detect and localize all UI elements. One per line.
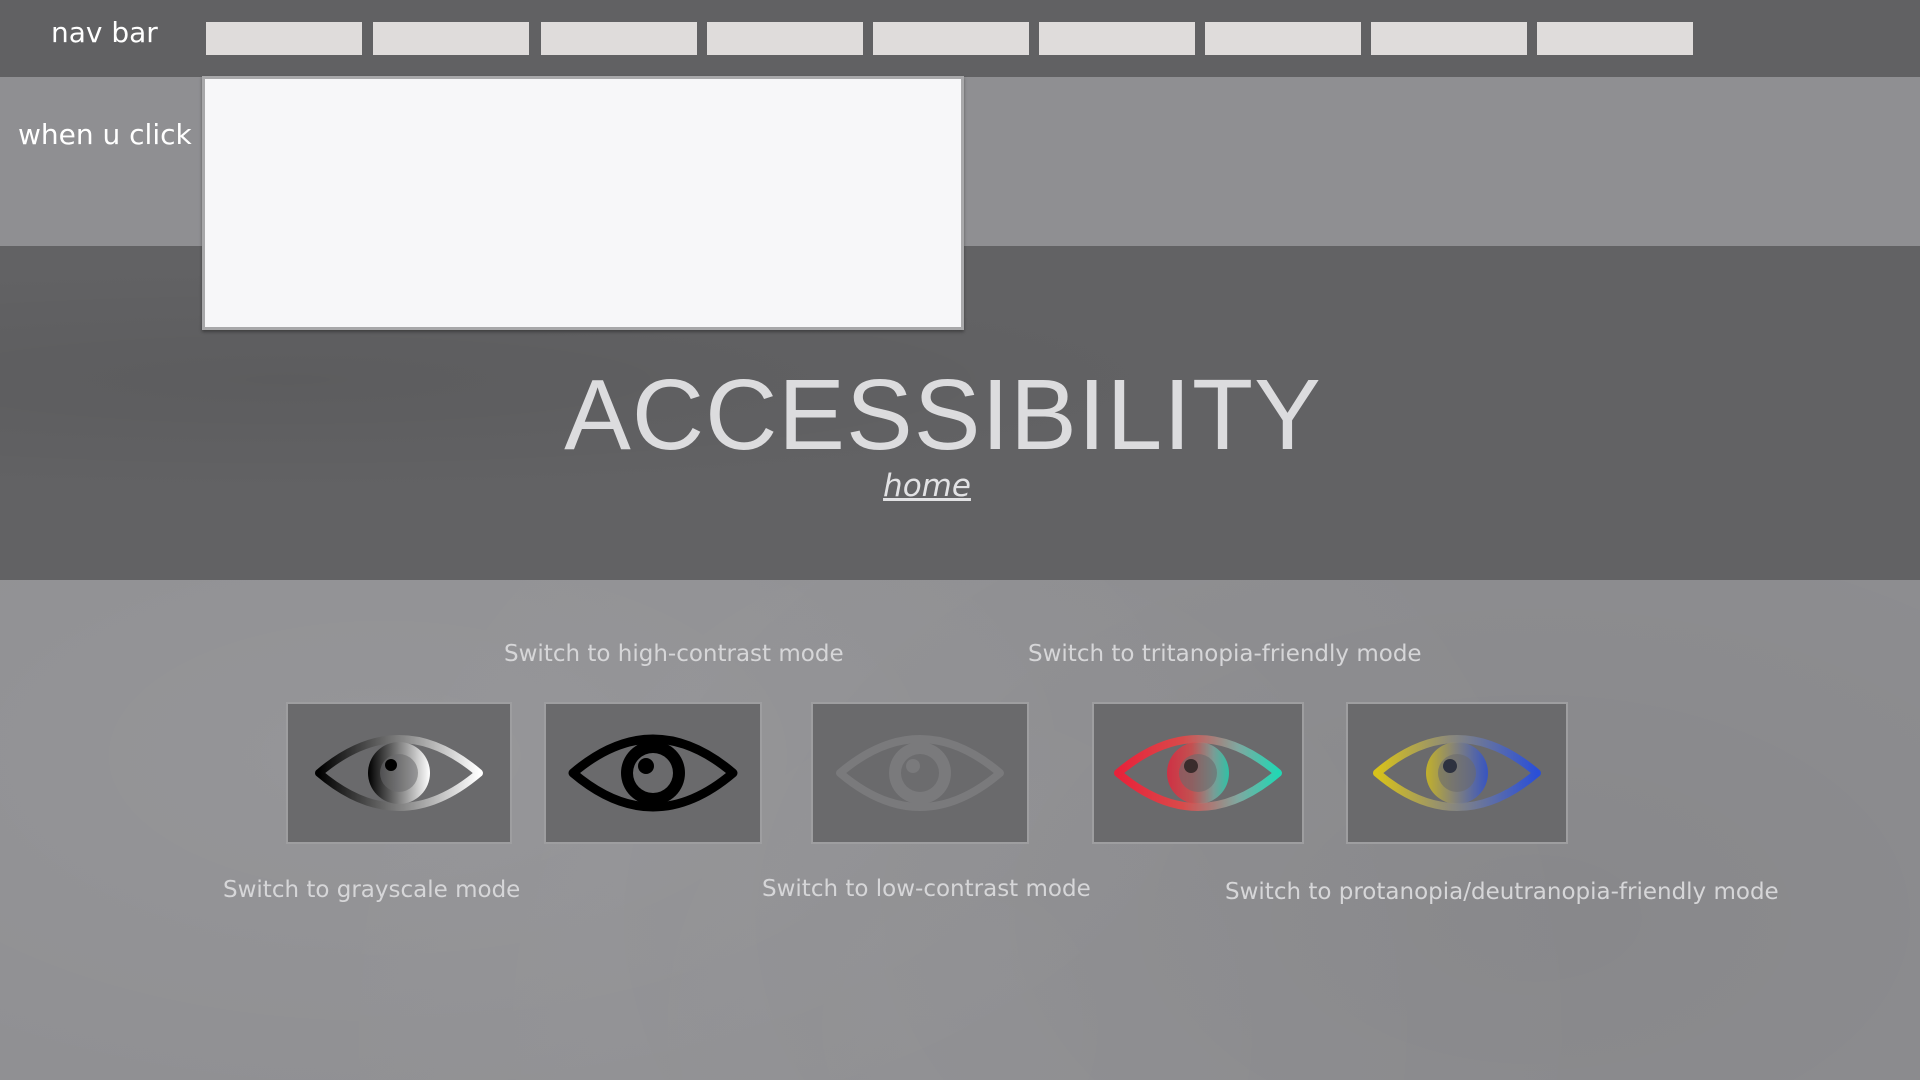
nav-item-3[interactable] xyxy=(541,22,697,55)
eye-tritanopia-icon xyxy=(1114,735,1282,811)
navbar: nav bar xyxy=(0,0,1920,77)
dropdown-panel xyxy=(202,76,964,330)
protanopia-mode-button[interactable] xyxy=(1346,702,1568,844)
nav-item-7[interactable] xyxy=(1205,22,1361,55)
tritanopia-caption: Switch to tritanopia-friendly mode xyxy=(1028,641,1422,667)
protanopia-caption: Switch to protanopia/deutranopia-friendl… xyxy=(1225,879,1779,905)
nav-item-8[interactable] xyxy=(1371,22,1527,55)
nav-item-6[interactable] xyxy=(1039,22,1195,55)
eye-protanopia-icon xyxy=(1373,735,1541,811)
grayscale-mode-button[interactable] xyxy=(286,702,512,844)
low-contrast-caption: Switch to low-contrast mode xyxy=(762,876,1091,902)
dropdown-hint-label: when u click xyxy=(18,118,192,151)
grayscale-caption: Switch to grayscale mode xyxy=(223,877,521,903)
home-link[interactable]: home xyxy=(0,468,1854,504)
eye-low-contrast-icon xyxy=(836,735,1004,811)
eye-grayscale-icon xyxy=(315,735,483,811)
eye-high-contrast-icon xyxy=(568,734,738,812)
nav-item-9[interactable] xyxy=(1537,22,1693,55)
high-contrast-caption: Switch to high-contrast mode xyxy=(504,641,844,667)
high-contrast-mode-button[interactable] xyxy=(544,702,762,844)
tritanopia-mode-button[interactable] xyxy=(1092,702,1304,844)
navbar-label: nav bar xyxy=(51,16,158,49)
nav-item-1[interactable] xyxy=(206,22,362,55)
nav-item-5[interactable] xyxy=(873,22,1029,55)
page-title: ACCESSIBILITY xyxy=(564,359,1322,471)
nav-item-2[interactable] xyxy=(373,22,529,55)
nav-item-4[interactable] xyxy=(707,22,863,55)
low-contrast-mode-button[interactable] xyxy=(811,702,1029,844)
